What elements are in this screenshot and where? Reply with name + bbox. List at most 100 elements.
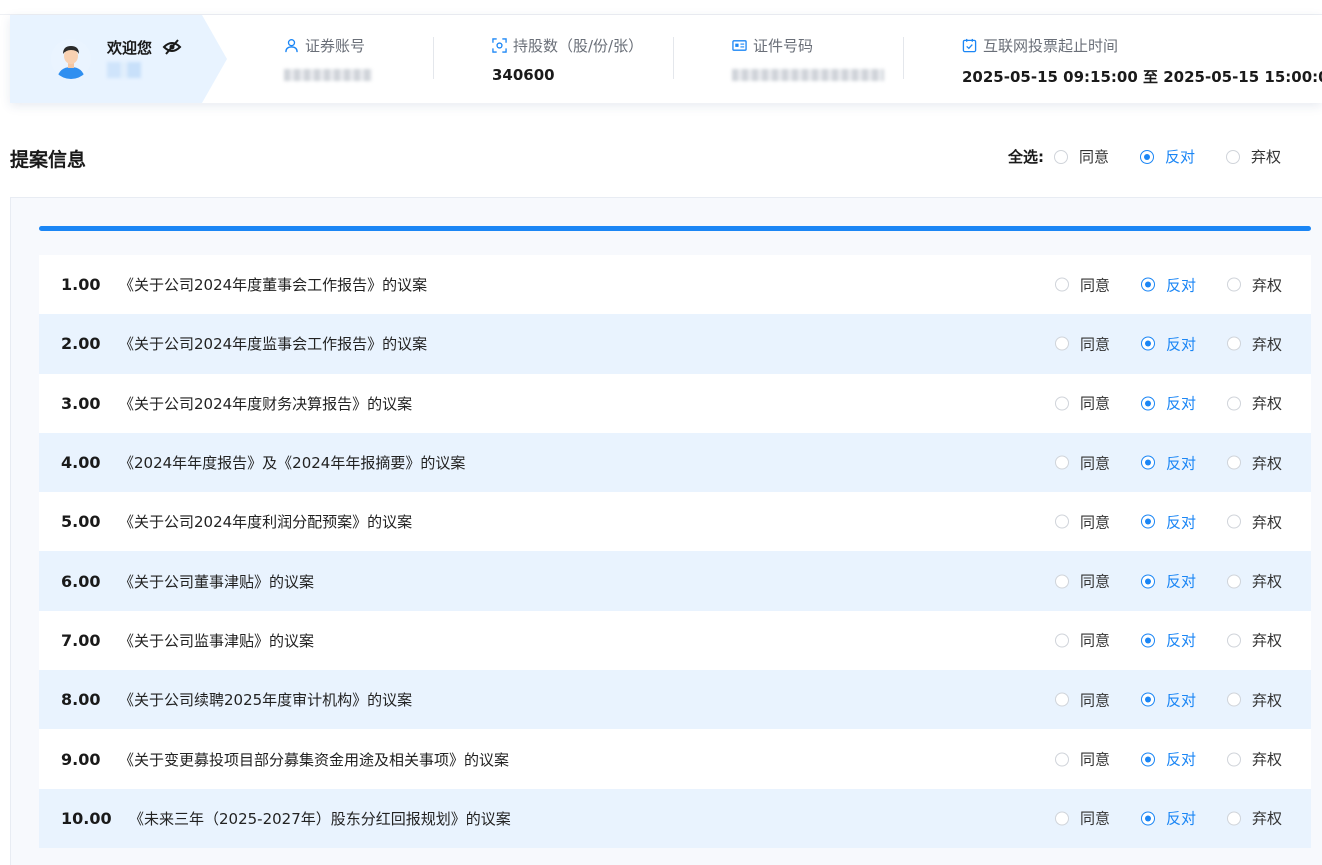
radio-label: 弃权 <box>1252 631 1283 650</box>
scan-icon <box>492 38 507 53</box>
progress-bar <box>39 226 1311 231</box>
radio-label: 弃权 <box>1252 513 1283 532</box>
oppose-radio[interactable]: 反对 <box>1141 808 1196 829</box>
abstain-radio[interactable]: 弃权 <box>1227 630 1282 651</box>
proposal-row: 6.00 《关于公司董事津贴》的议案 同意 反对 弃权 <box>39 551 1311 611</box>
proposal-row: 5.00 《关于公司2024年度利润分配预案》的议案 同意 反对 弃权 <box>39 492 1311 552</box>
account-header: 欢迎您 证券账号 持股数（股/份/张） 340600 证件号码 互联网投票起止时… <box>10 15 1322 103</box>
radio-label: 弃权 <box>1252 750 1283 769</box>
radio-circle-icon <box>1227 811 1242 826</box>
radio-circle-icon <box>1227 455 1242 470</box>
radio-checked-icon <box>1141 811 1156 826</box>
agree-radio[interactable]: 同意 <box>1055 274 1110 295</box>
divider <box>433 37 434 79</box>
oppose-radio[interactable]: 反对 <box>1141 274 1196 295</box>
proposal-title: 《关于公司2024年度财务决算报告》的议案 <box>119 394 413 413</box>
proposal-row: 7.00 《关于公司监事津贴》的议案 同意 反对 弃权 <box>39 610 1311 671</box>
radio-circle-icon <box>1055 514 1069 529</box>
oppose-radio[interactable]: 反对 <box>1141 689 1196 710</box>
vote-radio-group: 同意 反对 弃权 <box>1055 689 1282 710</box>
agree-radio[interactable]: 同意 <box>1055 333 1110 354</box>
radio-label: 同意 <box>1080 394 1111 413</box>
agree-radio[interactable]: 同意 <box>1055 393 1110 414</box>
abstain-radio[interactable]: 弃权 <box>1227 333 1282 354</box>
radio-label: 同意 <box>1080 454 1111 473</box>
agree-radio[interactable]: 同意 <box>1055 630 1110 651</box>
radio-label: 弃权 <box>1252 691 1283 710</box>
abstain-radio[interactable]: 弃权 <box>1227 511 1282 532</box>
securities-account-label: 证券账号 <box>305 37 366 55</box>
oppose-radio[interactable]: 反对 <box>1141 749 1196 770</box>
proposal-row: 2.00 《关于公司2024年度监事会工作报告》的议案 同意 反对 弃权 <box>39 314 1311 374</box>
agree-radio[interactable]: 同意 <box>1055 749 1110 770</box>
radio-checked-icon <box>1141 574 1156 589</box>
select-all-agree-radio[interactable]: 同意 <box>1054 146 1109 167</box>
proposal-number: 2.00 <box>61 334 101 354</box>
shares-held: 持股数（股/份/张） 340600 <box>492 35 643 84</box>
vote-radio-group: 同意 反对 弃权 <box>1055 749 1282 770</box>
abstain-radio[interactable]: 弃权 <box>1227 393 1282 414</box>
radio-checked-icon <box>1141 455 1156 470</box>
proposal-title: 《2024年年度报告》及《2024年年报摘要》的议案 <box>119 454 466 473</box>
oppose-radio[interactable]: 反对 <box>1141 393 1196 414</box>
select-all-label: 全选: <box>1008 148 1044 166</box>
abstain-radio[interactable]: 弃权 <box>1227 571 1282 592</box>
select-all-abstain-radio[interactable]: 弃权 <box>1226 146 1281 167</box>
oppose-radio[interactable]: 反对 <box>1141 452 1196 473</box>
securities-account-masked <box>284 69 372 81</box>
hide-eye-icon[interactable] <box>162 39 182 55</box>
calendar-check-icon <box>962 38 977 53</box>
agree-radio[interactable]: 同意 <box>1055 571 1110 592</box>
abstain-radio[interactable]: 弃权 <box>1227 689 1282 710</box>
proposal-title: 《关于公司2024年度董事会工作报告》的议案 <box>119 276 428 295</box>
radio-circle-icon <box>1227 692 1242 707</box>
proposal-title: 《关于公司董事津贴》的议案 <box>119 572 315 591</box>
select-all-radio-group: 同意 反对 弃权 <box>1054 146 1281 167</box>
select-all-oppose-radio[interactable]: 反对 <box>1140 146 1195 167</box>
agree-radio[interactable]: 同意 <box>1055 511 1110 532</box>
masked-username <box>107 62 141 78</box>
oppose-radio[interactable]: 反对 <box>1141 630 1196 651</box>
radio-label: 反对 <box>1166 809 1197 828</box>
radio-label: 同意 <box>1080 750 1111 769</box>
agree-radio[interactable]: 同意 <box>1055 808 1110 829</box>
welcome-text: 欢迎您 <box>107 39 153 57</box>
oppose-radio[interactable]: 反对 <box>1141 333 1196 354</box>
radio-circle-icon <box>1055 633 1069 648</box>
proposal-row: 8.00 《关于公司续聘2025年度审计机构》的议案 同意 反对 弃权 <box>39 670 1311 730</box>
oppose-radio[interactable]: 反对 <box>1141 511 1196 532</box>
voting-period-label: 互联网投票起止时间 <box>983 37 1119 55</box>
proposal-number: 4.00 <box>61 453 101 473</box>
securities-account: 证券账号 <box>284 35 372 81</box>
radio-label: 同意 <box>1079 148 1110 166</box>
radio-label: 同意 <box>1080 335 1111 354</box>
shares-held-label: 持股数（股/份/张） <box>513 37 644 55</box>
oppose-radio[interactable]: 反对 <box>1141 571 1196 592</box>
proposal-number: 7.00 <box>61 630 101 650</box>
proposal-row: 4.00 《2024年年度报告》及《2024年年报摘要》的议案 同意 反对 弃权 <box>39 432 1311 493</box>
abstain-radio[interactable]: 弃权 <box>1227 274 1282 295</box>
vote-radio-group: 同意 反对 弃权 <box>1055 333 1282 354</box>
proposal-number: 1.00 <box>61 275 101 295</box>
abstain-radio[interactable]: 弃权 <box>1227 749 1282 770</box>
abstain-radio[interactable]: 弃权 <box>1227 808 1282 829</box>
agree-radio[interactable]: 同意 <box>1055 689 1110 710</box>
radio-label: 反对 <box>1165 148 1196 166</box>
radio-circle-icon <box>1055 396 1069 411</box>
radio-circle-icon <box>1227 277 1242 292</box>
vote-radio-group: 同意 反对 弃权 <box>1055 393 1282 414</box>
abstain-radio[interactable]: 弃权 <box>1227 452 1282 473</box>
shares-held-value: 340600 <box>492 66 555 84</box>
radio-circle-icon <box>1055 455 1069 470</box>
radio-circle-icon <box>1055 752 1069 767</box>
radio-checked-icon <box>1141 633 1156 648</box>
radio-circle-icon <box>1055 336 1069 351</box>
proposal-list: 1.00 《关于公司2024年度董事会工作报告》的议案 同意 反对 弃权 2.0… <box>39 255 1311 848</box>
vote-radio-group: 同意 反对 弃权 <box>1055 630 1282 651</box>
proposal-row: 1.00 《关于公司2024年度董事会工作报告》的议案 同意 反对 弃权 <box>39 255 1311 315</box>
vote-radio-group: 同意 反对 弃权 <box>1055 452 1282 473</box>
user-avatar-icon <box>51 39 91 79</box>
agree-radio[interactable]: 同意 <box>1055 452 1110 473</box>
proposal-number: 8.00 <box>61 690 101 710</box>
id-card-icon <box>732 40 747 51</box>
